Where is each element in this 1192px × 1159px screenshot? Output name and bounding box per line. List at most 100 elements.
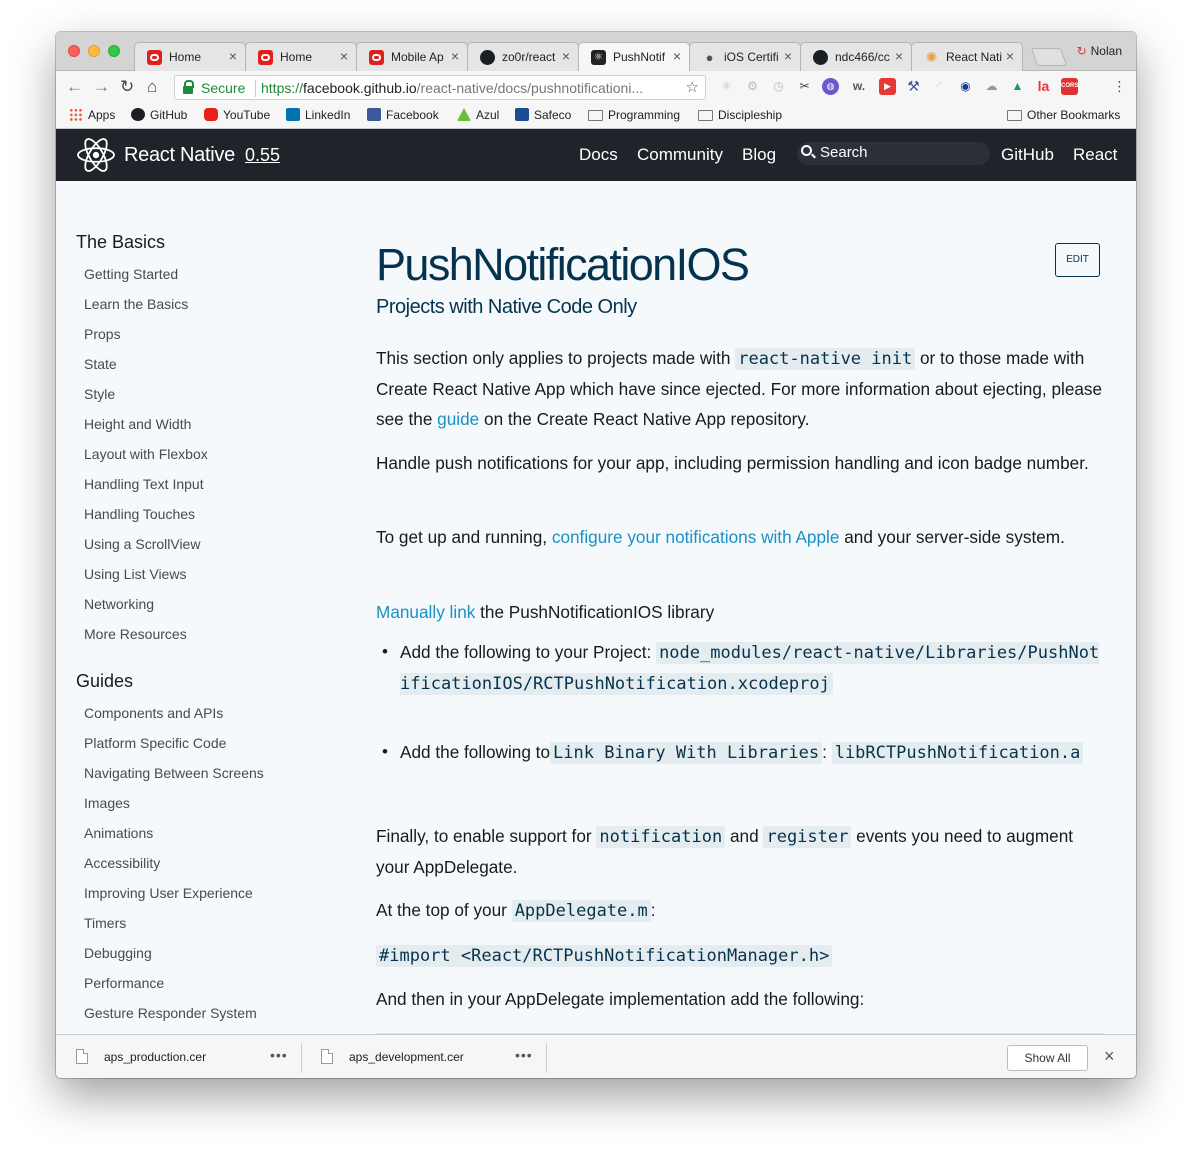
bookmark-folder-discipleship[interactable]: Discipleship <box>698 108 782 122</box>
download-filename: aps_production.cer <box>104 1050 207 1064</box>
download-item[interactable]: aps_development.cer ••• <box>301 1035 546 1078</box>
reload-icon[interactable]: ↻ <box>120 77 134 97</box>
sidebar-item[interactable]: Navigating Between Screens <box>84 765 264 781</box>
edit-button[interactable]: EDIT <box>1055 243 1100 277</box>
sidebar-item[interactable]: Learn the Basics <box>84 296 188 312</box>
new-tab-button[interactable] <box>1030 48 1068 66</box>
github-icon <box>131 108 145 121</box>
scissors-extension-icon[interactable]: ✂ <box>796 78 813 95</box>
profile-button[interactable]: ↻ Nolan <box>1077 44 1122 58</box>
sidebar-item[interactable]: Components and APIs <box>84 705 223 721</box>
file-icon <box>321 1049 333 1064</box>
settings-extension-icon[interactable]: ⚙ <box>744 78 761 95</box>
bookmark-star-icon[interactable]: ☆ <box>686 78 699 96</box>
drive-extension-icon[interactable]: ▲ <box>1009 78 1026 95</box>
loader-extension-icon[interactable]: ◜ <box>931 78 948 95</box>
bookmark-folder-programming[interactable]: Programming <box>588 108 680 122</box>
tab-home-1[interactable]: Home × <box>134 42 246 71</box>
tools-extension-icon[interactable]: ⚒ <box>905 78 922 95</box>
cloud-extension-icon[interactable]: ☁ <box>983 78 1000 95</box>
more-options-icon[interactable]: ••• <box>515 1047 533 1063</box>
globe-extension-icon[interactable]: ◍ <box>822 78 839 95</box>
nav-github[interactable]: GitHub <box>1001 145 1054 165</box>
version-link[interactable]: 0.55 <box>245 145 280 166</box>
sidebar-item[interactable]: Handling Touches <box>84 506 195 522</box>
tab-home-2[interactable]: Home × <box>245 42 357 71</box>
tab-zo0r-react[interactable]: zo0r/react × <box>467 42 579 71</box>
sidebar-item[interactable]: Using a ScrollView <box>84 536 200 552</box>
menu-icon[interactable]: ⋮ <box>1111 78 1128 95</box>
sidebar-item[interactable]: Accessibility <box>84 855 160 871</box>
configure-notifications-link[interactable]: configure your notifications with Apple <box>552 527 840 547</box>
guide-link[interactable]: guide <box>437 409 479 429</box>
sidebar-item[interactable]: Using List Views <box>84 566 186 582</box>
bookmark-azul[interactable]: Azul <box>457 108 499 122</box>
sidebar-item[interactable]: Getting Started <box>84 266 178 282</box>
react-logo-icon[interactable] <box>76 136 116 174</box>
bookmark-facebook[interactable]: Facebook <box>367 108 439 122</box>
tab-close-icon[interactable]: × <box>340 48 348 64</box>
tab-close-icon[interactable]: × <box>895 48 903 64</box>
tab-mobile-app[interactable]: Mobile Ap × <box>356 42 468 71</box>
tab-react-native-web[interactable]: ✺ React Nati × <box>911 42 1023 71</box>
sidebar-item[interactable]: Platform Specific Code <box>84 735 226 751</box>
show-all-button[interactable]: Show All <box>1007 1045 1088 1071</box>
sidebar-item[interactable]: Layout with Flexbox <box>84 446 208 462</box>
tab-close-icon[interactable]: × <box>562 48 570 64</box>
home-icon[interactable]: ⌂ <box>147 77 157 97</box>
browser-toolbar: ← → ↻ ⌂ Secure https://facebook.github.i… <box>56 71 1136 103</box>
sidebar-item[interactable]: Timers <box>84 915 126 931</box>
sidebar-item[interactable]: Networking <box>84 596 154 612</box>
sidebar-item[interactable]: Height and Width <box>84 416 191 432</box>
download-item[interactable]: aps_production.cer ••• <box>56 1035 301 1078</box>
eye-extension-icon[interactable]: ◉ <box>957 78 974 95</box>
bookmark-linkedin[interactable]: LinkedIn <box>286 108 350 122</box>
bookmark-youtube[interactable]: YouTube <box>204 108 270 122</box>
sidebar-item[interactable]: Props <box>84 326 121 342</box>
close-icon[interactable]: × <box>1104 1046 1115 1067</box>
nav-docs[interactable]: Docs <box>579 145 618 165</box>
sidebar-item[interactable]: Debugging <box>84 945 152 961</box>
tab-ios-certificates[interactable]: ● iOS Certifi × <box>689 42 801 71</box>
bookmark-safeco[interactable]: Safeco <box>515 108 571 122</box>
word-extension-icon[interactable]: w. <box>848 78 870 95</box>
nav-blog[interactable]: Blog <box>742 145 776 165</box>
manually-link-link[interactable]: Manually link <box>376 602 475 622</box>
tab-close-icon[interactable]: × <box>673 48 681 64</box>
forward-arrow-icon[interactable]: → <box>93 77 110 97</box>
nav-community[interactable]: Community <box>637 145 723 165</box>
sidebar-item[interactable]: More Resources <box>84 626 187 642</box>
sidebar-item[interactable]: Style <box>84 386 115 402</box>
sidebar-item[interactable]: State <box>84 356 117 372</box>
bookmark-github[interactable]: GitHub <box>131 108 187 122</box>
back-arrow-icon[interactable]: ← <box>66 77 83 97</box>
react-devtools-icon[interactable]: ⚛ <box>718 78 735 95</box>
record-extension-icon[interactable]: ▶ <box>879 78 896 95</box>
import-line: #import <React/RCTPushNotificationManage… <box>376 940 1104 971</box>
search-input[interactable]: Search <box>797 142 990 165</box>
bookmark-folder-other[interactable]: Other Bookmarks <box>1007 108 1120 122</box>
tab-close-icon[interactable]: × <box>229 48 237 64</box>
tab-close-icon[interactable]: × <box>784 48 792 64</box>
tab-close-icon[interactable]: × <box>1006 48 1014 64</box>
sidebar-item[interactable]: Gesture Responder System <box>84 1005 257 1021</box>
cors-extension-icon[interactable]: CORS <box>1061 78 1078 95</box>
close-window-button[interactable] <box>68 45 80 57</box>
nav-react[interactable]: React <box>1073 145 1117 165</box>
sidebar-item[interactable]: Improving User Experience <box>84 885 253 901</box>
tab-close-icon[interactable]: × <box>451 48 459 64</box>
la-extension-icon[interactable]: la <box>1035 78 1052 95</box>
bookmark-apps[interactable]: Apps <box>69 108 115 122</box>
sidebar-item[interactable]: Performance <box>84 975 164 991</box>
site-brand[interactable]: React Native <box>124 144 235 167</box>
sidebar-item[interactable]: Handling Text Input <box>84 476 204 492</box>
sidebar-item[interactable]: Images <box>84 795 130 811</box>
more-options-icon[interactable]: ••• <box>270 1047 288 1063</box>
address-bar[interactable]: Secure https://facebook.github.io/react-… <box>174 75 706 100</box>
tab-ndc466[interactable]: ndc466/cc × <box>800 42 912 71</box>
minimize-window-button[interactable] <box>88 45 100 57</box>
sidebar-item[interactable]: Animations <box>84 825 153 841</box>
clock-extension-icon[interactable]: ◷ <box>770 78 787 95</box>
tab-pushnotification[interactable]: ⚛ PushNotif × <box>578 42 690 72</box>
zoom-window-button[interactable] <box>108 45 120 57</box>
